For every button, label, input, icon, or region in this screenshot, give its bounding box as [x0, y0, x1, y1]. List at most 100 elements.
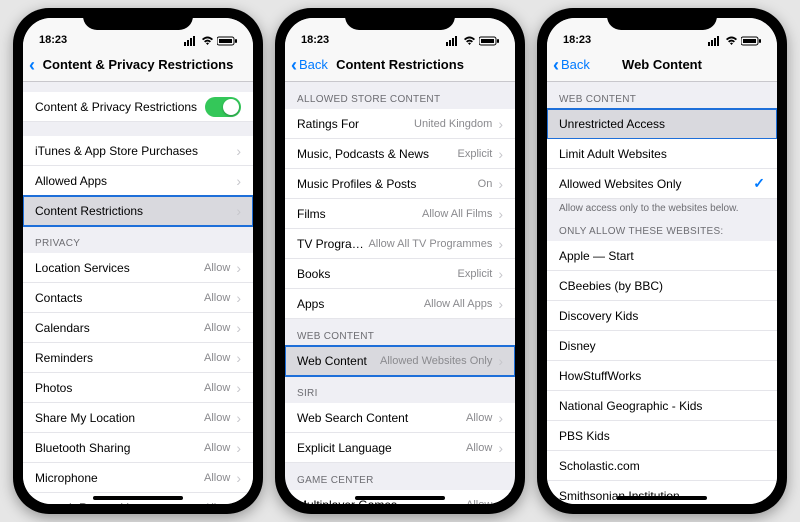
- checkmark-icon: ✓: [753, 175, 765, 192]
- signal-icon: [446, 36, 460, 46]
- row-limit-adult[interactable]: Limit Adult Websites: [547, 139, 777, 169]
- row-itunes-purchases[interactable]: iTunes & App Store Purchases›: [23, 136, 253, 166]
- back-button[interactable]: ‹ Back: [291, 56, 328, 74]
- nav-bar: ‹ Content & Privacy Restrictions: [23, 48, 253, 82]
- row-site[interactable]: HowStuffWorks: [547, 361, 777, 391]
- row-site[interactable]: CBeebies (by BBC): [547, 271, 777, 301]
- row-share-location[interactable]: Share My LocationAllow›: [23, 403, 253, 433]
- cell-value: Explicit: [457, 148, 492, 160]
- row-calendars[interactable]: CalendarsAllow›: [23, 313, 253, 343]
- row-allowed-apps[interactable]: Allowed Apps›: [23, 166, 253, 196]
- cell-value: Allow All Films: [422, 208, 492, 220]
- battery-icon: [479, 36, 499, 46]
- cell-value: Allow All Apps: [424, 298, 492, 310]
- back-button[interactable]: ‹: [29, 56, 35, 74]
- cell-label: Limit Adult Websites: [559, 147, 765, 161]
- row-site[interactable]: Apple — Start: [547, 241, 777, 271]
- chevron-right-icon: ›: [498, 146, 503, 162]
- cell-label: Microphone: [35, 471, 204, 485]
- cell-label: TV Programmes: [297, 237, 368, 251]
- cell-label: Scholastic.com: [559, 459, 765, 473]
- status-icons: [184, 36, 237, 46]
- home-indicator[interactable]: [355, 496, 445, 500]
- back-button[interactable]: ‹ Back: [553, 56, 590, 74]
- cell-value: Allow: [466, 442, 492, 454]
- row-site[interactable]: Scholastic.com: [547, 451, 777, 481]
- screen: 18:23 ‹ Content & Privacy Restrictions C…: [23, 18, 253, 504]
- row-reminders[interactable]: RemindersAllow›: [23, 343, 253, 373]
- cell-value: Allow: [204, 472, 230, 484]
- row-content-restrictions[interactable]: Content Restrictions›: [23, 196, 253, 226]
- cell-label: Ratings For: [297, 117, 414, 131]
- row-site[interactable]: National Geographic - Kids: [547, 391, 777, 421]
- status-icons: [446, 36, 499, 46]
- settings-list[interactable]: WEB CONTENT Unrestricted Access Limit Ad…: [547, 82, 777, 504]
- chevron-right-icon: ›: [236, 440, 241, 456]
- row-books[interactable]: BooksExplicit›: [285, 259, 515, 289]
- chevron-right-icon: ›: [236, 320, 241, 336]
- cell-label: Music, Podcasts & News: [297, 147, 457, 161]
- chevron-right-icon: ›: [498, 206, 503, 222]
- settings-list[interactable]: ALLOWED STORE CONTENT Ratings ForUnited …: [285, 82, 515, 504]
- chevron-left-icon: ‹: [553, 56, 559, 74]
- row-site[interactable]: Discovery Kids: [547, 301, 777, 331]
- row-music-profiles[interactable]: Music Profiles & PostsOn›: [285, 169, 515, 199]
- chevron-right-icon: ›: [236, 350, 241, 366]
- toggle-row-content-privacy[interactable]: Content & Privacy Restrictions: [23, 92, 253, 122]
- row-site[interactable]: Disney: [547, 331, 777, 361]
- cell-label: iTunes & App Store Purchases: [35, 144, 236, 158]
- chevron-right-icon: ›: [236, 500, 241, 505]
- row-bluetooth[interactable]: Bluetooth SharingAllow ›: [23, 433, 253, 463]
- chevron-right-icon: ›: [498, 410, 503, 426]
- cell-label: Web Search Content: [297, 411, 466, 425]
- row-microphone[interactable]: MicrophoneAllow›: [23, 463, 253, 493]
- status-time: 18:23: [301, 34, 329, 46]
- section-footer: Allow access only to the websites below.: [547, 199, 777, 222]
- chevron-right-icon: ›: [236, 260, 241, 276]
- settings-list[interactable]: Content & Privacy Restrictions iTunes & …: [23, 82, 253, 504]
- row-tv[interactable]: TV ProgrammesAllow All TV Programmes›: [285, 229, 515, 259]
- status-time: 18:23: [39, 34, 67, 46]
- chevron-right-icon: ›: [498, 296, 503, 312]
- chevron-right-icon: ›: [498, 266, 503, 282]
- section-header-allowed: ONLY ALLOW THESE WEBSITES:: [547, 222, 777, 241]
- cell-label: Bluetooth Sharing: [35, 441, 204, 455]
- cell-value: Allowed Websites Only: [380, 355, 492, 367]
- battery-icon: [741, 36, 761, 46]
- row-web-search[interactable]: Web Search ContentAllow›: [285, 403, 515, 433]
- chevron-right-icon: ›: [236, 203, 241, 219]
- row-location-services[interactable]: Location ServicesAllow›: [23, 253, 253, 283]
- row-music-podcasts[interactable]: Music, Podcasts & NewsExplicit ›: [285, 139, 515, 169]
- row-apps[interactable]: AppsAllow All Apps›: [285, 289, 515, 319]
- row-site[interactable]: PBS Kids: [547, 421, 777, 451]
- row-films[interactable]: FilmsAllow All Films›: [285, 199, 515, 229]
- phone-1: 18:23 ‹ Content & Privacy Restrictions C…: [13, 8, 263, 514]
- row-explicit-language[interactable]: Explicit LanguageAllow›: [285, 433, 515, 463]
- row-unrestricted[interactable]: Unrestricted Access: [547, 109, 777, 139]
- chevron-right-icon: ›: [236, 290, 241, 306]
- toggle-switch[interactable]: [205, 97, 241, 117]
- cell-value: Allow: [204, 322, 230, 334]
- cell-value: Allow: [204, 442, 230, 454]
- cell-value: Allow: [204, 412, 230, 424]
- cell-label: Contacts: [35, 291, 204, 305]
- row-ratings-for[interactable]: Ratings ForUnited Kingdom›: [285, 109, 515, 139]
- wifi-icon: [463, 36, 476, 46]
- section-header-privacy: PRIVACY: [23, 226, 253, 253]
- cell-label: National Geographic - Kids: [559, 399, 765, 413]
- chevron-right-icon: ›: [236, 380, 241, 396]
- row-contacts[interactable]: ContactsAllow›: [23, 283, 253, 313]
- row-web-content[interactable]: Web ContentAllowed Websites Only›: [285, 346, 515, 376]
- row-allowed-only[interactable]: Allowed Websites Only✓: [547, 169, 777, 199]
- row-site[interactable]: Smithsonian Institution: [547, 481, 777, 504]
- cell-label: Reminders: [35, 351, 204, 365]
- nav-bar: ‹ Back Web Content: [547, 48, 777, 82]
- phone-2: 18:23 ‹ Back Content Restrictions ALLOWE…: [275, 8, 525, 514]
- cell-label: Disney: [559, 339, 765, 353]
- home-indicator[interactable]: [617, 496, 707, 500]
- chevron-left-icon: ‹: [29, 56, 35, 74]
- cell-value: Allow: [204, 502, 230, 505]
- row-photos[interactable]: PhotosAllow›: [23, 373, 253, 403]
- nav-bar: ‹ Back Content Restrictions: [285, 48, 515, 82]
- home-indicator[interactable]: [93, 496, 183, 500]
